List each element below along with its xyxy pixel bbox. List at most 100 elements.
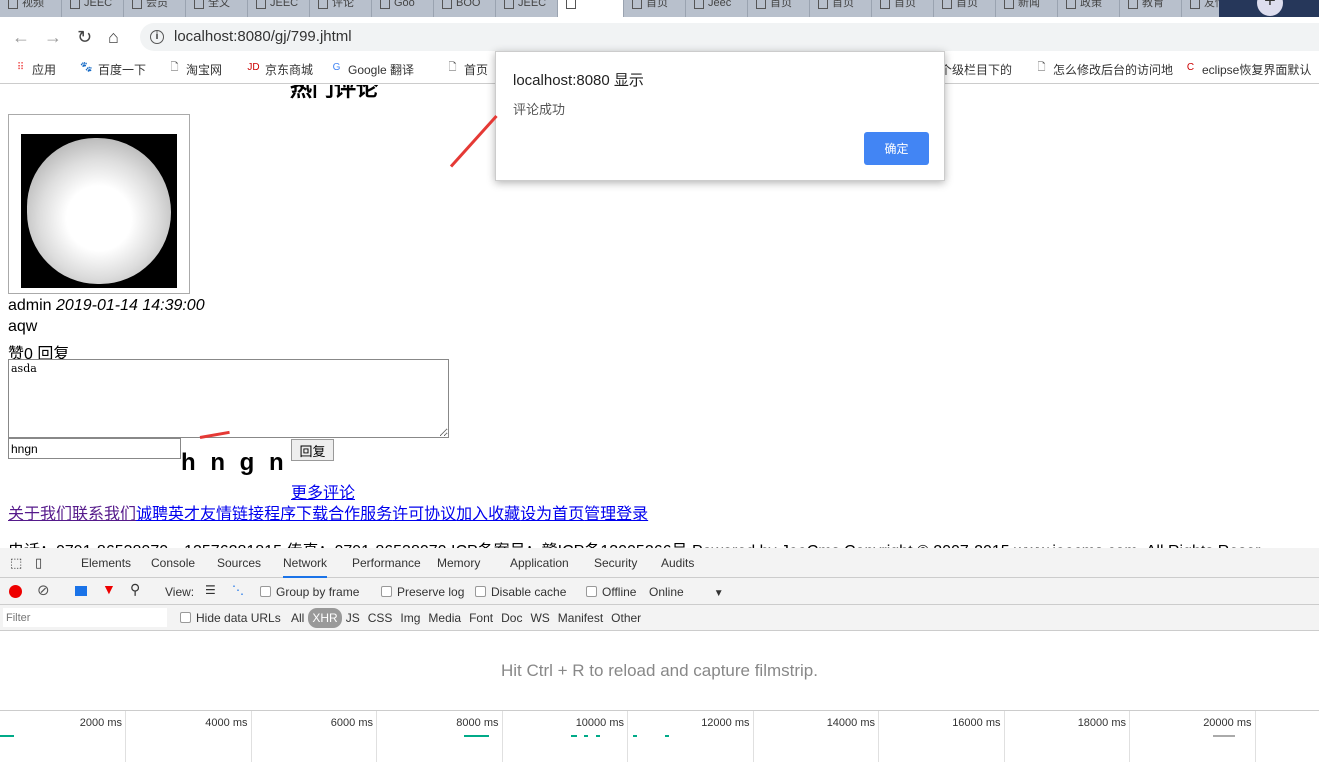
captcha-image[interactable]: h n g n — [181, 449, 288, 477]
type-filter-manifest[interactable]: Manifest — [554, 608, 607, 628]
footer-link[interactable]: 加入收藏 — [456, 506, 520, 523]
filter-icon[interactable]: ▼ — [102, 581, 116, 597]
bookmark-icon: 🐾 — [80, 62, 93, 73]
browser-tab[interactable]: 政策 — [1058, 0, 1120, 17]
browser-tab[interactable] — [558, 0, 624, 17]
browser-tab[interactable]: JEEC — [496, 0, 558, 17]
footer-link[interactable]: 关于我们 — [8, 506, 72, 523]
browser-toolbar: ← → ↻ ⌂ i localhost:8080/gj/799.jhtml — [0, 17, 1319, 52]
devtools-tab-security[interactable]: Security — [594, 556, 637, 570]
footer-link[interactable]: 联系我们 — [72, 506, 136, 523]
type-filter-css[interactable]: CSS — [364, 608, 397, 628]
bookmark-item[interactable]: ⠿ 应用 — [14, 61, 56, 78]
device-toggle-icon[interactable]: ▯ — [35, 555, 42, 571]
bookmark-item[interactable]: G Google 翻译 — [330, 61, 414, 78]
bookmark-icon: 🗋 — [448, 62, 457, 73]
footer-link[interactable]: 管理登录 — [584, 506, 648, 523]
filter-input[interactable] — [3, 608, 167, 627]
footer-links: 关于我们联系我们诚聘英才友情链接程序下载合作服务许可协议加入收藏设为首页管理登录 — [8, 500, 648, 524]
type-filter-ws[interactable]: WS — [526, 608, 553, 628]
browser-tab[interactable]: 会员 — [124, 0, 186, 17]
info-icon[interactable]: i — [150, 30, 164, 44]
bookmark-icon: 🗋 — [170, 62, 179, 73]
timeline-request-bar — [464, 735, 489, 737]
hide-data-urls-checkbox[interactable]: Hide data URLs — [180, 611, 281, 625]
bookmark-item[interactable]: 🗋 怎么修改后台的访问地 — [1035, 61, 1173, 78]
disable-cache-checkbox[interactable]: Disable cache — [475, 585, 566, 599]
timeline-request-bar — [665, 735, 669, 737]
type-filter-xhr[interactable]: XHR — [308, 608, 342, 628]
type-filter-js[interactable]: JS — [342, 608, 364, 628]
new-tab-button[interactable]: + — [1219, 0, 1319, 17]
preserve-log-checkbox[interactable]: Preserve log — [381, 585, 464, 599]
browser-tab[interactable]: 首页 — [748, 0, 810, 17]
bookmark-icon: ⠿ — [16, 62, 25, 73]
devtools-tab-application[interactable]: Application — [510, 556, 569, 570]
devtools-tab-memory[interactable]: Memory — [437, 556, 480, 570]
browser-tab[interactable]: Goo — [372, 0, 434, 17]
record-icon[interactable] — [9, 585, 22, 598]
browser-tab[interactable]: BOO — [434, 0, 496, 17]
clear-icon[interactable]: ⊘ — [37, 581, 50, 599]
list-view-icon[interactable]: ☰ — [205, 583, 216, 597]
browser-tab[interactable]: 首页 — [810, 0, 872, 17]
browser-tab[interactable]: 视频 — [0, 0, 62, 17]
search-icon[interactable]: ⚲ — [130, 581, 140, 598]
throttle-select[interactable]: Online ▼ — [649, 585, 724, 599]
resource-type-filters: All XHR JS CSS Img Media Font Doc WS Manifest Othe… — [287, 608, 645, 628]
browser-tab[interactable]: 首页 — [934, 0, 996, 17]
timeline-request-bar — [0, 735, 14, 737]
browser-tab[interactable]: 首页 — [624, 0, 686, 17]
type-filter-doc[interactable]: Doc — [497, 608, 526, 628]
screenshot-icon[interactable] — [75, 586, 87, 596]
browser-tab[interactable]: JEEC — [248, 0, 310, 17]
footer-link[interactable]: 合作服务 — [328, 506, 392, 523]
type-filter-font[interactable]: Font — [465, 608, 497, 628]
browser-tab[interactable]: 首页 — [872, 0, 934, 17]
bookmark-icon: C — [1186, 62, 1195, 73]
waterfall-icon[interactable]: ⋱ — [232, 583, 244, 597]
devtools-tab-audits[interactable]: Audits — [661, 556, 694, 570]
page-heading: 热门评论 — [290, 85, 379, 101]
devtools-tab-console[interactable]: Console — [151, 556, 195, 570]
captcha-input[interactable] — [8, 438, 181, 459]
browser-tab[interactable]: 评论 — [310, 0, 372, 17]
devtools-tab-network[interactable]: Network — [283, 556, 328, 578]
type-filter-media[interactable]: Media — [424, 608, 465, 628]
reply-button[interactable]: 回复 — [291, 439, 334, 461]
timeline-request-bar — [633, 735, 637, 737]
footer-link[interactable]: 许可协议 — [392, 506, 456, 523]
back-icon[interactable]: ← — [12, 27, 30, 48]
bookmark-item[interactable]: Ceclipse恢复界面默认 — [1184, 61, 1311, 78]
timeline-tick: 16000 ms — [879, 711, 1005, 762]
devtools-tab-performance[interactable]: Performance — [352, 556, 421, 570]
comment-text: aqw — [8, 318, 38, 335]
type-filter-other[interactable]: Other — [607, 608, 645, 628]
footer-link[interactable]: 设为首页 — [520, 506, 584, 523]
bookmark-item[interactable]: JD 京东商城 — [247, 61, 313, 78]
devtools-tab-sources[interactable]: Sources — [217, 556, 261, 570]
footer-link[interactable]: 友情链接 — [200, 506, 264, 523]
group-by-frame-checkbox[interactable]: Group by frame — [260, 585, 359, 599]
inspect-icon[interactable]: ⬚ — [10, 555, 22, 571]
browser-tab[interactable]: Jeec — [686, 0, 748, 17]
address-bar[interactable]: i localhost:8080/gj/799.jhtml — [140, 23, 1319, 51]
browser-tab[interactable]: JEEC — [62, 0, 124, 17]
bookmark-item[interactable]: 🐾 百度一下 — [80, 61, 146, 78]
ok-button[interactable]: 确定 — [864, 132, 929, 165]
forward-icon[interactable]: → — [44, 27, 62, 48]
bookmark-item[interactable]: 🗋 淘宝网 — [168, 61, 222, 78]
reload-icon[interactable]: ↻ — [77, 27, 92, 48]
footer-link[interactable]: 程序下载 — [264, 506, 328, 523]
browser-tab[interactable]: 全文 — [186, 0, 248, 17]
reply-textarea[interactable] — [8, 359, 449, 438]
footer-link[interactable]: 诚聘英才 — [136, 506, 200, 523]
offline-checkbox[interactable]: Offline — [586, 585, 636, 599]
type-filter-img[interactable]: Img — [396, 608, 424, 628]
browser-tab[interactable]: 教育 — [1120, 0, 1182, 17]
type-filter-all[interactable]: All — [287, 608, 308, 628]
browser-tab[interactable]: 新闻 — [996, 0, 1058, 17]
home-icon[interactable]: ⌂ — [108, 27, 119, 48]
devtools-tab-elements[interactable]: Elements — [81, 556, 131, 570]
bookmark-item[interactable]: 🗋 首页 — [446, 61, 488, 78]
